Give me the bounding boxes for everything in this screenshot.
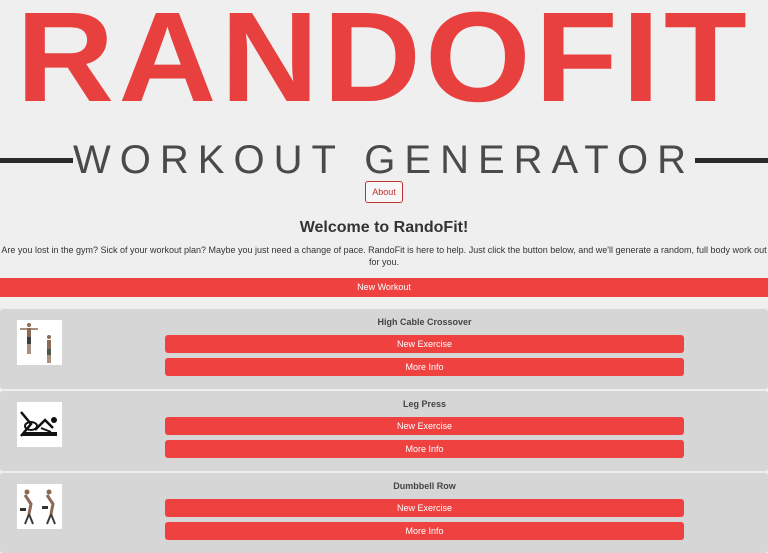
exercise-name: High Cable Crossover <box>377 317 472 327</box>
new-exercise-button[interactable]: New Exercise <box>165 417 684 435</box>
logo-subtitle-row: WORKOUT GENERATOR <box>0 140 768 180</box>
exercise-card: High Cable Crossover New Exercise More I… <box>0 309 768 389</box>
more-info-button[interactable]: More Info <box>165 522 684 540</box>
exercise-thumbnail <box>17 320 62 365</box>
exercise-card: Leg Press New Exercise More Info <box>0 391 768 471</box>
randofit-logo: RANDOFIT WORKOUT GENERATOR <box>0 0 768 180</box>
welcome-title: Welcome to RandoFit! <box>299 219 469 236</box>
new-exercise-button[interactable]: New Exercise <box>165 499 684 517</box>
more-info-button[interactable]: More Info <box>165 358 684 376</box>
logo-divider-right <box>694 157 768 163</box>
logo-divider-left <box>0 157 74 163</box>
exercise-name: Dumbbell Row <box>393 481 456 491</box>
exercise-name: Leg Press <box>402 399 447 409</box>
about-button[interactable]: About <box>365 181 403 203</box>
exercise-thumbnail <box>17 484 62 529</box>
logo-subtitle: WORKOUT GENERATOR <box>73 138 695 182</box>
exercise-thumbnail <box>17 402 62 447</box>
new-workout-button[interactable]: New Workout <box>0 278 768 297</box>
exercise-card: Dumbbell Row New Exercise More Info <box>0 473 768 553</box>
logo-title: RANDOFIT <box>16 0 752 129</box>
more-info-button[interactable]: More Info <box>165 440 684 458</box>
welcome-text: Are you lost in the gym? Sick of your wo… <box>1 245 767 267</box>
new-exercise-button[interactable]: New Exercise <box>165 335 684 353</box>
